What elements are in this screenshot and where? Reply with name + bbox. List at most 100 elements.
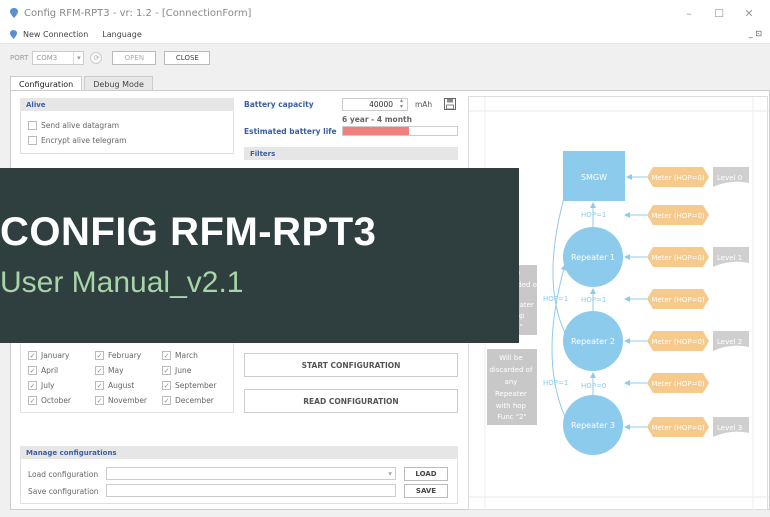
month-label: August	[108, 381, 135, 390]
tab-configuration[interactable]: Configuration	[10, 76, 83, 91]
checkmark-icon[interactable]: ✓	[162, 381, 171, 390]
checkmark-icon[interactable]: ✓	[95, 366, 104, 375]
battery-life-label: Estimated battery life	[244, 127, 337, 136]
encrypt-alive-row[interactable]: Encrypt alive telegram	[28, 136, 126, 145]
month-checkbox-may[interactable]: ✓ May	[95, 366, 124, 375]
menu-bar: New Connection Language _ ⊡	[0, 26, 770, 44]
meter-label: Meter (HOP=0)	[651, 212, 705, 220]
read-configuration-button[interactable]: READ CONFIGURATION	[244, 389, 458, 413]
app-icon	[10, 8, 18, 18]
month-checkbox-november[interactable]: ✓ November	[95, 396, 147, 405]
battery-capacity-label: Battery capacity	[244, 100, 314, 109]
start-configuration-button[interactable]: START CONFIGURATION	[244, 353, 458, 377]
port-bar: PORT COM3 ▾ ⟳ OPEN CLOSE	[0, 44, 770, 72]
level-label: Level 1	[717, 254, 742, 262]
hop-label: HOP=1	[543, 379, 568, 387]
month-checkbox-september[interactable]: ✓ September	[162, 381, 216, 390]
checkmark-icon[interactable]: ✓	[162, 351, 171, 360]
month-checkbox-october[interactable]: ✓ October	[28, 396, 71, 405]
battery-capacity-value: 40000	[369, 100, 393, 109]
save-button[interactable]: SAVE	[404, 484, 448, 498]
checkmark-icon[interactable]: ✓	[28, 366, 37, 375]
save-configuration-input[interactable]	[106, 484, 396, 497]
encrypt-alive-label: Encrypt alive telegram	[41, 136, 127, 145]
load-configuration-label: Load configuration	[28, 470, 99, 479]
battery-life-value: 6 year - 4 month	[342, 115, 412, 124]
month-label: November	[108, 396, 148, 405]
meter-label: Meter (HOP=0)	[651, 338, 705, 346]
chevron-down-icon: ▾	[73, 52, 83, 64]
month-checkbox-december[interactable]: ✓ December	[162, 396, 214, 405]
capacity-stepper[interactable]: ▴ ▾	[400, 98, 403, 110]
hop-label: HOP=1	[581, 211, 606, 219]
month-checkbox-august[interactable]: ✓ August	[95, 381, 134, 390]
manual-cover-banner: CONFIG RFM-RPT3 User Manual_v2.1	[0, 168, 519, 343]
menu-language[interactable]: Language	[102, 30, 141, 39]
send-alive-checkbox[interactable]	[28, 121, 37, 130]
close-button[interactable]: CLOSE	[164, 51, 211, 65]
refresh-icon[interactable]: ⟳	[90, 52, 103, 64]
send-alive-row[interactable]: Send alive datagram	[28, 121, 119, 130]
month-label: July	[41, 381, 55, 390]
port-select-value: COM3	[36, 54, 58, 62]
title-bar: Config RFM-RPT3 - vr: 1.2 - [ConnectionF…	[0, 0, 770, 26]
checkmark-icon[interactable]: ✓	[95, 351, 104, 360]
tab-debug-mode[interactable]: Debug Mode	[84, 76, 153, 91]
meter-label: Meter (HOP=0)	[651, 296, 705, 304]
month-label: February	[108, 351, 142, 360]
mdi-window-controls[interactable]: _ ⊡	[749, 29, 762, 38]
meters-layer: Meter (HOP=0) Meter (HOP=0) Meter (HOP=0) M…	[624, 167, 749, 437]
battery-capacity-input[interactable]: 40000	[342, 98, 408, 111]
load-button[interactable]: LOAD	[404, 467, 448, 481]
repeater-3-label: Repeater 3	[571, 421, 615, 430]
load-configuration-select[interactable]: ▾	[106, 467, 396, 480]
checkmark-icon[interactable]: ✓	[28, 351, 37, 360]
month-checkbox-january[interactable]: ✓ January	[28, 351, 69, 360]
checkmark-icon[interactable]: ✓	[162, 366, 171, 375]
maximize-button[interactable]: ☐	[704, 7, 734, 20]
battery-life-fill	[343, 127, 410, 135]
checkmark-icon[interactable]: ✓	[162, 396, 171, 405]
level-label: Level 3	[717, 424, 742, 432]
close-window-button[interactable]: ✕	[734, 7, 764, 20]
month-label: May	[108, 366, 124, 375]
save-icon[interactable]	[444, 98, 456, 110]
meter-label: Meter (HOP=0)	[651, 424, 705, 432]
meter-label: Meter (HOP=0)	[651, 254, 705, 262]
save-configuration-label: Save configuration	[28, 487, 99, 496]
manual-title: CONFIG RFM-RPT3	[0, 210, 377, 254]
month-checkbox-march[interactable]: ✓ March	[162, 351, 198, 360]
hop-label: HOP=0	[581, 382, 606, 390]
level-label: Level 2	[717, 338, 742, 346]
encrypt-alive-checkbox[interactable]	[28, 136, 37, 145]
month-checkbox-june[interactable]: ✓ June	[162, 366, 191, 375]
checkmark-icon[interactable]: ✓	[28, 396, 37, 405]
send-alive-label: Send alive datagram	[41, 121, 120, 130]
alive-header: Alive	[20, 98, 234, 111]
month-label: October	[41, 396, 72, 405]
month-checkbox-february[interactable]: ✓ February	[95, 351, 141, 360]
port-select[interactable]: COM3 ▾	[32, 51, 85, 65]
month-checkbox-july[interactable]: ✓ July	[28, 381, 55, 390]
month-label: December	[175, 396, 214, 405]
smgw-label: SMGW	[581, 173, 607, 182]
checkmark-icon[interactable]: ✓	[28, 381, 37, 390]
filters-header: Filters	[244, 147, 458, 160]
menu-app-icon	[10, 30, 17, 39]
tab-strip: Configuration Debug Mode	[10, 76, 155, 91]
month-label: September	[175, 381, 217, 390]
manage-configurations-header: Manage configurations	[20, 446, 458, 459]
checkmark-icon[interactable]: ✓	[95, 381, 104, 390]
port-label: PORT	[10, 54, 29, 62]
meter-label: Meter (HOP=0)	[651, 380, 705, 388]
checkmark-icon[interactable]: ✓	[95, 396, 104, 405]
open-button[interactable]: OPEN	[112, 51, 157, 65]
menu-new-connection[interactable]: New Connection	[23, 30, 88, 39]
level-label: Level 0	[717, 174, 742, 182]
month-label: January	[41, 351, 70, 360]
minimize-button[interactable]: –	[674, 7, 704, 20]
month-checkbox-april[interactable]: ✓ April	[28, 366, 58, 375]
month-label: April	[41, 366, 59, 375]
battery-life-bar	[342, 126, 458, 136]
hop-label: HOP=1	[543, 295, 568, 303]
